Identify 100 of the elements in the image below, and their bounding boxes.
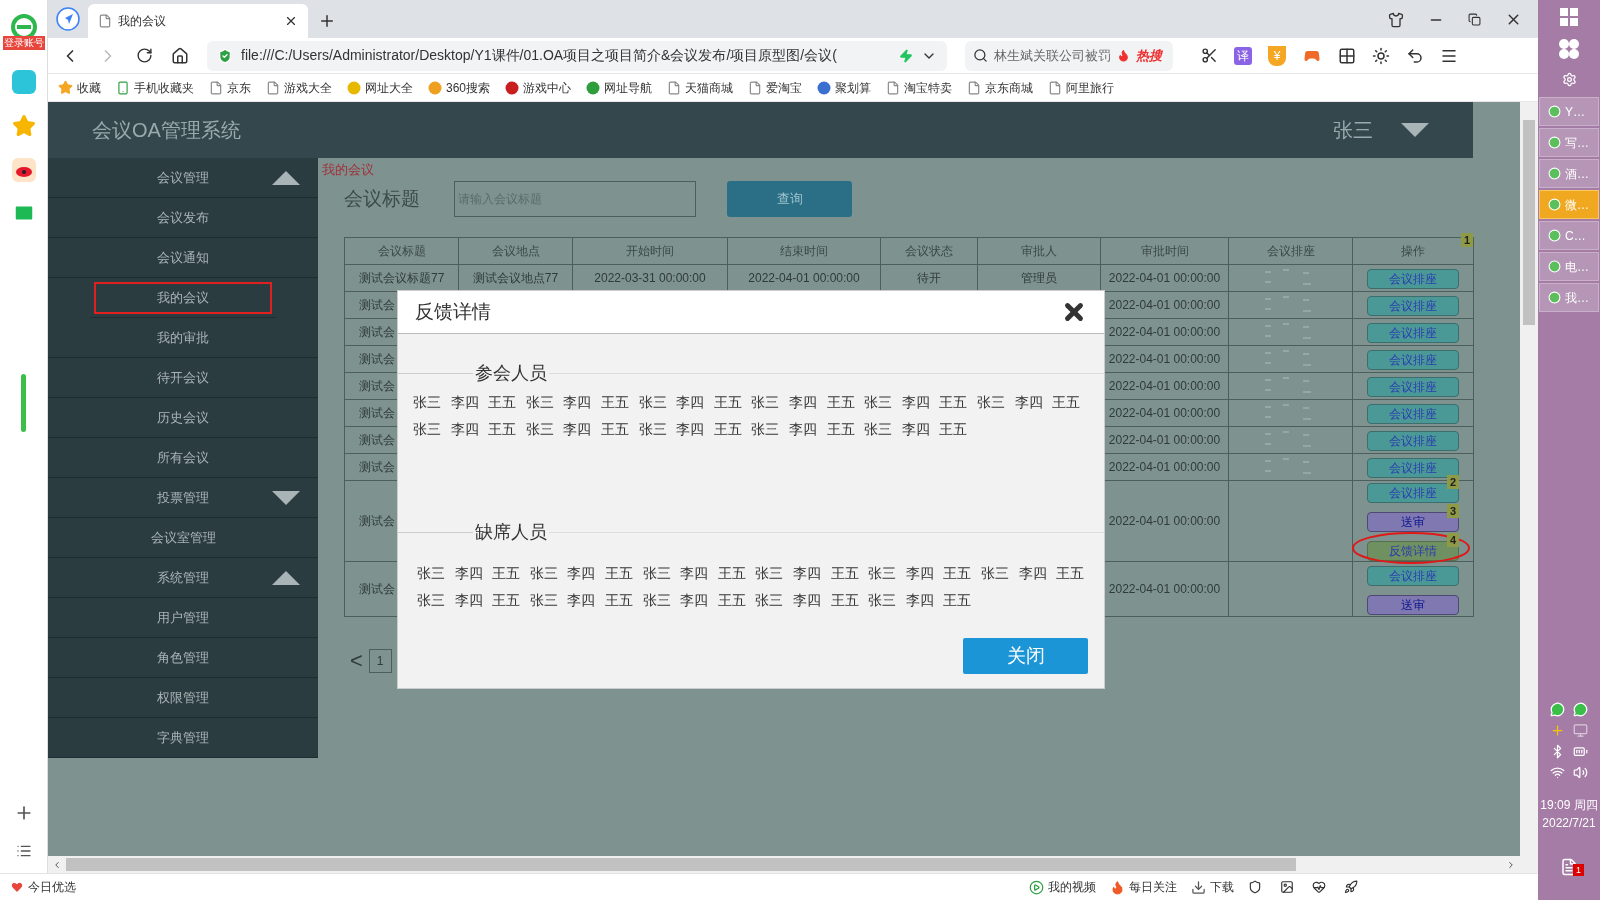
windows-icon[interactable] (1560, 8, 1578, 26)
shield-icon[interactable] (1248, 880, 1262, 894)
bookmark-link[interactable]: 手机收藏夹 (116, 78, 194, 97)
bookmark-link[interactable]: 天猫商城 (667, 78, 734, 97)
new-tab-icon[interactable] (318, 12, 336, 30)
restore-icon[interactable] (1468, 13, 1481, 26)
bookmark-link[interactable]: 收藏 (58, 78, 101, 97)
sidebar-item[interactable]: 会议室管理 (48, 518, 318, 558)
query-button[interactable]: 查询 (727, 181, 852, 217)
undo-icon[interactable] (1406, 46, 1424, 65)
sidebar-item[interactable]: 我的审批 (48, 318, 318, 358)
bookmark-link[interactable]: 京东 (209, 78, 251, 97)
image-icon[interactable] (1280, 880, 1294, 894)
horizontal-scrollbar-thumb[interactable] (66, 858, 1296, 871)
sidebar-group[interactable]: 投票管理 (48, 487, 318, 508)
rocket-icon[interactable] (1344, 880, 1358, 894)
video-icon (1029, 879, 1044, 895)
previous-page-link[interactable]: < (350, 644, 363, 677)
bookmark-link[interactable]: 爱淘宝 (748, 78, 803, 97)
star-icon[interactable] (11, 114, 36, 138)
sidebar-item[interactable]: 我的会议 (90, 278, 276, 318)
eye-icon[interactable] (11, 158, 36, 182)
fan-icon[interactable] (1558, 38, 1580, 60)
status-link[interactable]: 下载 (1191, 878, 1234, 896)
person-name: 张三 (417, 591, 446, 610)
person-name: 王五 (826, 393, 856, 412)
close-tab-icon[interactable] (284, 14, 298, 28)
sidebar-item[interactable]: 用户管理 (48, 598, 318, 638)
notification-icon[interactable] (1560, 858, 1578, 876)
table-cell-text: 测试会议地点77 (472, 270, 559, 287)
sidebar-item[interactable]: 角色管理 (48, 638, 318, 678)
vertical-scrollbar-thumb[interactable] (1523, 120, 1535, 325)
action-button[interactable]: 送审 (1367, 594, 1459, 615)
home-icon[interactable] (171, 46, 189, 65)
sidebar-item[interactable]: 字典管理 (48, 718, 318, 758)
collapse-arrow-icon[interactable] (272, 571, 300, 585)
bookmark-link[interactable]: 360搜索 (428, 78, 491, 97)
grid-icon[interactable] (1338, 46, 1356, 65)
status-link[interactable]: 我的视频 (1029, 878, 1096, 896)
volume-icon[interactable] (1573, 765, 1588, 780)
table-cell-text: 测试会 (359, 324, 395, 341)
navigation-icon[interactable] (56, 7, 80, 31)
person-name: 张三 (417, 564, 446, 583)
page-icon (98, 14, 112, 28)
dropdown-icon[interactable] (1401, 123, 1429, 137)
download-icon (1191, 879, 1206, 895)
settings-icon[interactable] (1561, 72, 1577, 87)
person-name: 张三 (638, 420, 668, 439)
sidebar-item[interactable]: 会议通知 (48, 238, 318, 278)
page-icon (667, 80, 682, 95)
bookmark-link[interactable]: 网址导航 (586, 78, 653, 97)
table-cell-text: 2022-04-01 00:00:00 (1108, 513, 1221, 530)
bookmark-link[interactable]: 聚划算 (817, 78, 872, 97)
status-link[interactable]: 每日关注 (1110, 878, 1177, 896)
person-name: 张三 (525, 393, 555, 412)
bookmark-link[interactable]: 游戏大全 (266, 78, 332, 97)
sidebar-item[interactable]: 所有会议 (48, 438, 318, 478)
chat-icon[interactable] (1573, 702, 1588, 717)
person-name: 李四 (676, 393, 706, 412)
person-name: 王五 (492, 591, 522, 610)
list-icon[interactable] (15, 843, 32, 859)
sidebar-item[interactable]: 会议发布 (48, 198, 318, 238)
pulse-icon[interactable] (1312, 880, 1326, 894)
bookmark-link[interactable]: 京东商城 (967, 78, 1034, 97)
translate-button[interactable]: 译 (1234, 46, 1252, 65)
skin-icon[interactable] (1388, 11, 1404, 28)
page-link[interactable]: 1 (368, 648, 392, 673)
browser-tab[interactable]: 我的会议 (88, 4, 308, 38)
sidebar-group[interactable]: 会议管理 (48, 167, 318, 188)
sidebar-item[interactable]: 权限管理 (48, 678, 318, 718)
user-name[interactable]: 张三 (1333, 115, 1373, 145)
scissors-icon[interactable] (1201, 47, 1218, 64)
person-name: 王五 (600, 393, 630, 412)
person-name: 王五 (717, 564, 747, 583)
expand-arrow-icon[interactable] (272, 491, 300, 505)
chat-icon[interactable] (1550, 702, 1565, 717)
table-cell-text: 2022-04-01 00:00:00 (1108, 324, 1221, 341)
reload-icon[interactable] (136, 47, 153, 64)
address-bar[interactable]: file:///C:/Users/Administrator/Desktop/Y1课件/01.OA项目之项目简介&会议发布/项目原型图/会议( (207, 40, 947, 71)
bookmark-link[interactable]: 淘宝特卖 (886, 78, 953, 97)
collapse-arrow-icon[interactable] (272, 171, 300, 185)
person-name: 李四 (901, 393, 931, 412)
bookmark-link[interactable]: 网址大全 (347, 78, 413, 97)
person-name: 李四 (567, 564, 597, 583)
daily-picks-link[interactable]: 今日优选 (28, 878, 76, 896)
bookmark-link[interactable]: 游戏中心 (505, 78, 572, 97)
person-name: 王五 (717, 591, 747, 610)
sidebar-group[interactable]: 系统管理 (48, 567, 318, 588)
wifi-icon[interactable] (1550, 765, 1565, 780)
scroll-left-icon[interactable] (52, 859, 62, 870)
person-name: 张三 (755, 591, 785, 610)
login-label[interactable]: 登录账号 (2, 36, 45, 50)
battery-icon[interactable] (1573, 744, 1588, 759)
scroll-right-icon[interactable] (1506, 859, 1516, 870)
brightness-icon[interactable] (1372, 46, 1390, 65)
close-button[interactable]: 关闭 (963, 638, 1088, 674)
bookmark-link[interactable]: 阿里旅行 (1048, 78, 1115, 97)
search-field[interactable]: 林生斌关联公司被罚 热搜 (965, 40, 1173, 71)
sidebar-item[interactable]: 待开会议 (48, 358, 318, 398)
sidebar-item[interactable]: 历史会议 (48, 398, 318, 438)
